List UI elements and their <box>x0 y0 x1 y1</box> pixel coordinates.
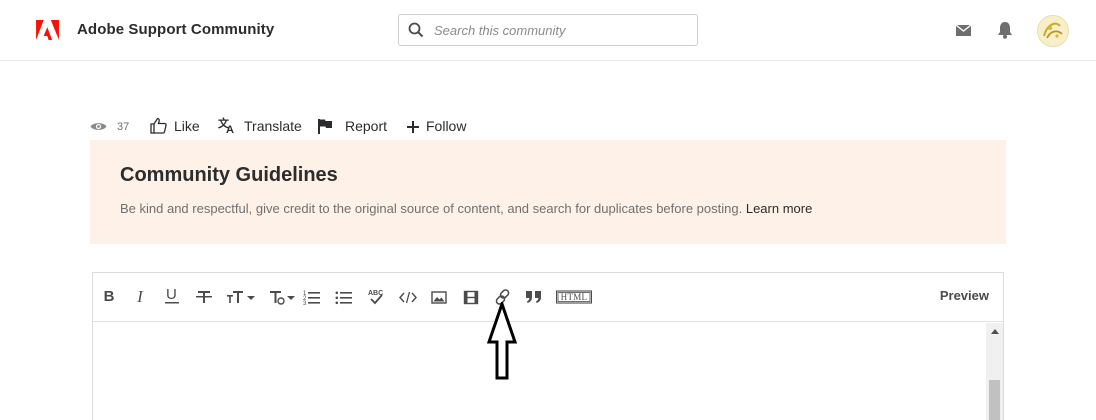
editor-toolbar: B I U 1 2 3 ABC HTML Preview <box>93 273 1003 322</box>
bell-icon[interactable] <box>997 21 1013 39</box>
text-format-icon <box>270 291 295 305</box>
scroll-up-arrow-icon[interactable] <box>991 329 999 334</box>
community-guidelines-banner: Community Guidelines Be kind and respect… <box>90 140 1006 244</box>
search-box[interactable] <box>398 14 698 46</box>
quote-icon <box>526 291 541 303</box>
code-icon <box>399 291 417 304</box>
rich-text-editor: B I U 1 2 3 ABC HTML Preview <box>92 272 1004 420</box>
report-label: Report <box>345 118 388 134</box>
like-button[interactable]: Like <box>150 114 202 138</box>
image-icon <box>431 291 447 304</box>
avatar-image <box>1038 16 1068 46</box>
strikethrough-button[interactable] <box>195 286 213 308</box>
bold-button[interactable]: B <box>102 286 116 308</box>
like-label: Like <box>174 118 200 134</box>
preview-button[interactable]: Preview <box>940 288 989 303</box>
strikethrough-icon <box>196 291 212 303</box>
video-button[interactable] <box>463 286 479 308</box>
brand-title[interactable]: Adobe Support Community <box>77 21 274 38</box>
svg-text:A: A <box>226 124 234 134</box>
quote-button[interactable] <box>525 286 543 308</box>
translate-button[interactable]: 文 A Translate <box>218 114 302 138</box>
bulleted-list-icon <box>335 291 352 305</box>
eye-icon <box>90 123 107 130</box>
search-input[interactable] <box>434 21 689 40</box>
mail-icon[interactable] <box>956 25 971 36</box>
svg-text:3: 3 <box>303 301 307 307</box>
text-format-dropdown[interactable] <box>269 286 297 308</box>
flag-icon <box>318 119 332 134</box>
adobe-logo[interactable] <box>36 20 59 40</box>
spellcheck-icon: ABC <box>368 290 383 305</box>
underline-bar <box>165 302 179 304</box>
guidelines-text: Be kind and respectful, give credit to t… <box>120 201 812 216</box>
annotation-up-arrow-icon <box>486 302 518 380</box>
user-avatar[interactable] <box>1037 15 1069 47</box>
follow-button[interactable]: Follow <box>407 114 471 138</box>
code-button[interactable] <box>398 286 418 308</box>
numbered-list-icon: 1 2 3 <box>303 291 320 307</box>
video-icon <box>463 290 479 305</box>
views-count: 37 <box>117 121 130 133</box>
translate-label: Translate <box>244 118 302 134</box>
font-size-icon <box>227 291 255 303</box>
report-button[interactable]: Report <box>317 114 387 138</box>
scrollbar-thumb[interactable] <box>989 380 1000 420</box>
search-icon <box>408 22 424 38</box>
thumbs-up-icon <box>150 117 167 134</box>
spellcheck-button[interactable]: ABC <box>367 286 385 308</box>
follow-label: Follow <box>426 118 467 134</box>
editor-body[interactable] <box>93 323 1003 420</box>
guidelines-body: Be kind and respectful, give credit to t… <box>120 201 743 216</box>
italic-button[interactable]: I <box>134 286 146 308</box>
font-size-dropdown[interactable] <box>226 286 258 308</box>
html-button[interactable]: HTML <box>556 286 592 308</box>
learn-more-link[interactable]: Learn more <box>746 201 812 216</box>
editor-scrollbar[interactable] <box>986 323 1003 420</box>
image-button[interactable] <box>431 286 447 308</box>
guidelines-title: Community Guidelines <box>120 164 338 186</box>
plus-icon <box>407 121 419 133</box>
numbered-list-button[interactable]: 1 2 3 <box>303 286 321 308</box>
top-header: Adobe Support Community <box>0 0 1096 61</box>
translate-icon: 文 A <box>218 117 234 134</box>
underline-button[interactable]: U <box>164 286 180 308</box>
bulleted-list-button[interactable] <box>335 286 353 308</box>
html-label: HTML <box>560 292 588 302</box>
